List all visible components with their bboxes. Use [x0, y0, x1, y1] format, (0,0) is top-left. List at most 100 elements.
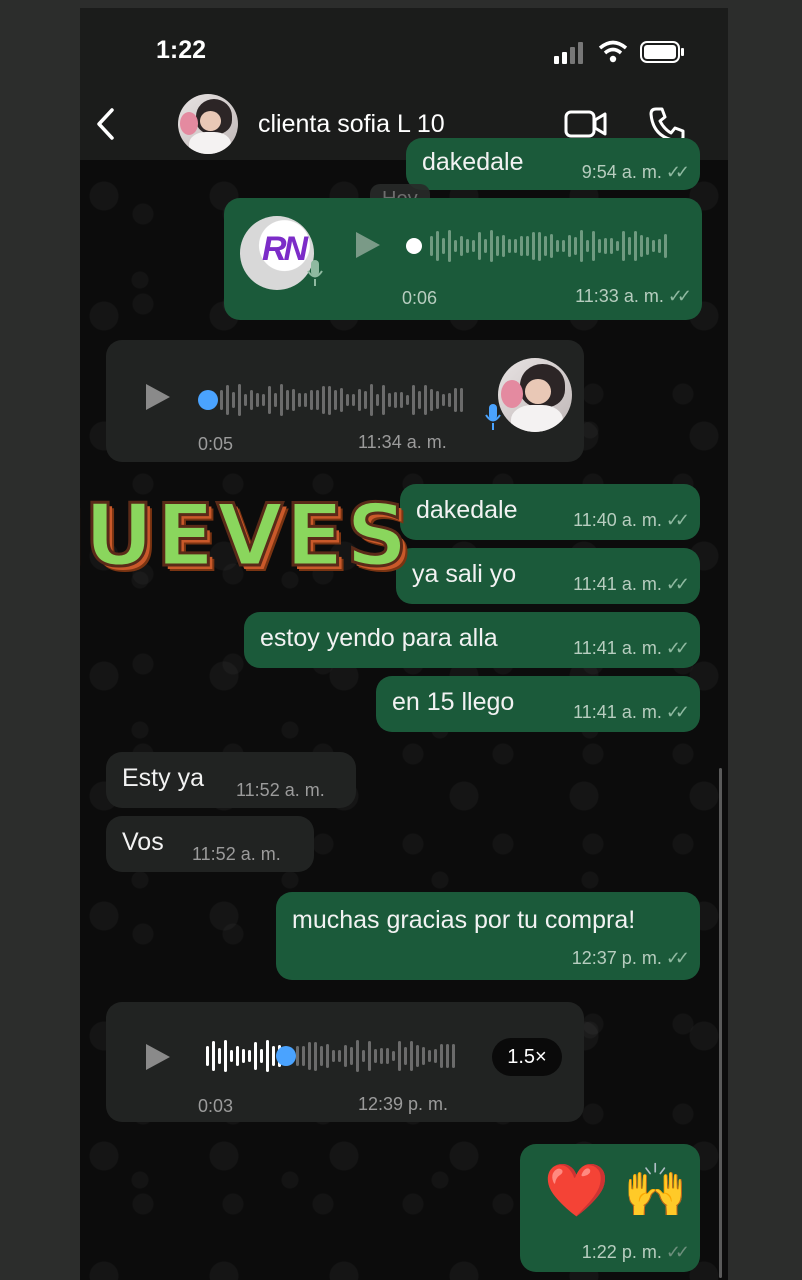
waveform-bar: [658, 238, 661, 254]
waveform-bar: [568, 235, 571, 257]
waveform-bar: [400, 391, 403, 409]
voice-duration: 0:03: [198, 1096, 234, 1116]
waveform-bar: [280, 383, 283, 417]
waveform-bar: [338, 1050, 341, 1062]
waveform-bar: [236, 1046, 239, 1066]
waveform-bar: [430, 388, 433, 412]
time-label: 11:41 a. m.: [573, 702, 662, 722]
waveform-bar: [550, 234, 553, 258]
voice-waveform[interactable]: [220, 380, 463, 420]
waveform-bar: [502, 234, 505, 258]
waveform-bar: [406, 394, 409, 406]
message-bubble-out[interactable]: estoy yendo para alla 11:41 a. m. ✓✓: [244, 612, 700, 668]
time-label: 11:40 a. m.: [573, 510, 662, 530]
message-time: 11:40 a. m. ✓✓: [573, 510, 690, 531]
waveform-bar: [274, 393, 277, 407]
playback-speed-button[interactable]: 1.5×: [492, 1038, 562, 1076]
waveform-bar: [410, 1040, 413, 1072]
waveform-bar: [332, 1049, 335, 1063]
message-text: Esty ya: [122, 764, 204, 792]
waveform-bar: [430, 236, 433, 256]
voice-progress-dot[interactable]: [198, 390, 218, 410]
message-bubble-in[interactable]: Vos 11:52 a. m.: [106, 816, 314, 872]
waveform-bar: [454, 388, 457, 412]
message-bubble-in[interactable]: Esty ya 11:52 a. m.: [106, 752, 356, 808]
waveform-bar: [266, 1039, 269, 1073]
waveform-bar: [448, 392, 451, 408]
waveform-bar: [316, 390, 319, 410]
sender-avatar: [498, 358, 572, 432]
waveform-bar: [230, 1049, 233, 1063]
waveform-bar: [428, 1049, 431, 1063]
read-ticks-icon: ✓✓: [665, 510, 690, 530]
waveform-bar: [346, 393, 349, 407]
message-bubble-out[interactable]: ❤️ 🙌 1:22 p. m. ✓✓: [520, 1144, 700, 1272]
waveform-bar: [310, 389, 313, 411]
waveform-bar: [268, 385, 271, 415]
message-bubble-out[interactable]: muchas gracias por tu compra! 12:37 p. m…: [276, 892, 700, 980]
waveform-bar: [484, 239, 487, 253]
waveform-bar: [616, 240, 619, 252]
waveform-bar: [388, 393, 391, 407]
waveform-bar: [374, 1049, 377, 1063]
waveform-bar: [248, 1050, 251, 1062]
waveform-bar: [466, 239, 469, 253]
waveform-bar: [418, 391, 421, 409]
waveform-bar: [340, 388, 343, 412]
waveform-bar: [254, 1041, 257, 1071]
waveform-bar: [478, 231, 481, 261]
voice-waveform[interactable]: [430, 226, 667, 266]
waveform-bar: [664, 234, 667, 258]
waveform-bar: [520, 235, 523, 257]
message-bubble-out[interactable]: dakedale 9:54 a. m. ✓✓: [406, 138, 700, 190]
voice-message-in[interactable]: 0:05 11:34 a. m.: [106, 340, 584, 462]
waveform-bar: [586, 240, 589, 252]
message-bubble-out[interactable]: en 15 llego 11:41 a. m. ✓✓: [376, 676, 700, 732]
waveform-bar: [460, 388, 463, 412]
waveform-bar: [218, 1048, 221, 1064]
message-text: dakedale: [422, 148, 524, 176]
waveform-bar: [334, 390, 337, 410]
time-label: 11:33 a. m.: [575, 286, 664, 306]
waveform-bar: [256, 393, 259, 407]
contact-avatar[interactable]: [178, 94, 238, 154]
play-icon[interactable]: [356, 232, 380, 258]
message-time: 11:41 a. m. ✓✓: [573, 574, 690, 595]
back-icon[interactable]: [94, 106, 118, 142]
time-label: 11:41 a. m.: [573, 638, 662, 658]
time-label: 12:37 p. m.: [571, 948, 662, 968]
phone-screen: 1:22 clienta sofia L 10 dakedale 9:54 a.…: [80, 8, 728, 1280]
message-bubble-out[interactable]: ya sali yo 11:41 a. m. ✓✓: [396, 548, 700, 604]
waveform-bar: [496, 235, 499, 257]
scrollbar[interactable]: [719, 768, 722, 1278]
play-icon[interactable]: [146, 384, 170, 410]
video-call-icon[interactable]: [564, 106, 608, 142]
play-icon[interactable]: [146, 1044, 170, 1070]
waveform-bar: [226, 384, 229, 416]
signal-icon: [554, 42, 583, 64]
waveform-bar: [472, 240, 475, 252]
waveform-bar: [562, 240, 565, 252]
waveform-bar: [442, 393, 445, 407]
voice-progress-dot[interactable]: [275, 1046, 296, 1066]
waveform-bar: [320, 1046, 323, 1066]
waveform-bar: [538, 231, 541, 261]
voice-progress-dot[interactable]: [406, 238, 422, 254]
voice-waveform[interactable]: [206, 1036, 455, 1076]
waveform-bar: [436, 230, 439, 262]
voice-message-out[interactable]: RN 0:06 11:33 a. m. ✓✓: [224, 198, 702, 320]
read-ticks-icon: ✓✓: [665, 162, 690, 182]
waveform-bar: [250, 390, 253, 410]
waveform-bar: [622, 230, 625, 262]
waveform-bar: [308, 1042, 311, 1070]
waveform-bar: [640, 234, 643, 258]
waveform-bar: [386, 1047, 389, 1065]
waveform-bar: [286, 389, 289, 411]
contact-name[interactable]: clienta sofia L 10: [258, 110, 445, 139]
waveform-bar: [232, 392, 235, 408]
message-text: dakedale: [416, 496, 518, 524]
message-bubble-out[interactable]: dakedale 11:40 a. m. ✓✓: [400, 484, 700, 540]
waveform-bar: [440, 1044, 443, 1068]
waveform-bar: [452, 1043, 455, 1069]
voice-message-in[interactable]: 0:03 12:39 p. m. 1.5×: [106, 1002, 584, 1122]
